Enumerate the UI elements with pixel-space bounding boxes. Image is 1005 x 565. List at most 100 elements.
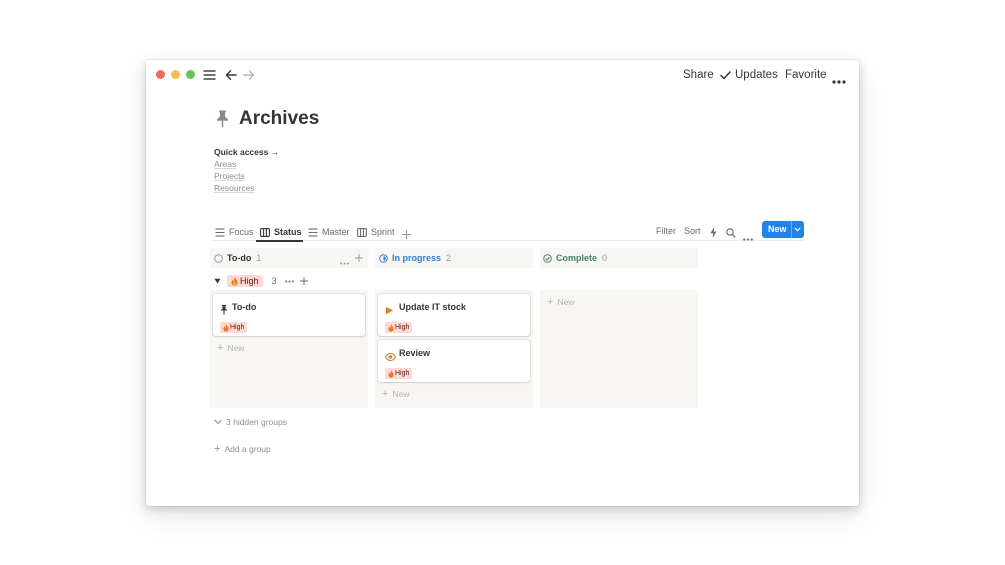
tab-label: Sprint — [371, 227, 395, 237]
tab-sprint[interactable]: Sprint — [357, 223, 395, 241]
plus-icon: + — [547, 296, 554, 308]
column-body-in-progress: Update IT stock High Review High + New — [375, 290, 533, 408]
chevron-down-icon — [214, 419, 222, 425]
column-header-complete: Complete 0 — [540, 248, 698, 268]
in-progress-icon — [379, 253, 388, 263]
card-title: Review — [399, 348, 431, 358]
column-count: 0 — [602, 253, 608, 263]
tag-label: High — [230, 324, 245, 331]
group-add-icon[interactable] — [299, 277, 308, 285]
column-title: In progress — [392, 253, 442, 263]
fire-icon — [388, 369, 394, 378]
quick-access-heading[interactable]: Quick access → — [214, 147, 279, 158]
play-icon — [385, 302, 394, 320]
tab-label: Master — [322, 227, 350, 237]
column-title: To-do — [227, 253, 252, 263]
fire-icon — [231, 276, 238, 286]
plus-icon: + — [217, 342, 224, 354]
group-header-high[interactable]: High 3 — [214, 274, 308, 288]
priority-tag: High — [220, 322, 248, 333]
priority-tag: High — [227, 275, 263, 287]
card-review[interactable]: Review High — [378, 340, 530, 382]
forward-arrow-icon[interactable] — [243, 68, 255, 86]
add-group-label: Add a group — [224, 444, 271, 454]
quick-access-link-areas[interactable]: Areas — [214, 159, 236, 170]
lightning-automation-icon[interactable] — [710, 225, 717, 243]
group-label: High — [240, 276, 259, 286]
sort-button[interactable]: Sort — [684, 225, 701, 237]
pin-icon[interactable] — [216, 110, 229, 133]
new-label: New — [557, 297, 575, 307]
view-more-icon[interactable] — [743, 228, 753, 246]
close-window-button[interactable] — [156, 70, 165, 79]
app-window: Share Updates Favorite Archives Quick ac… — [146, 60, 859, 506]
updates-label: Updates — [735, 69, 778, 81]
eye-icon — [384, 348, 397, 366]
card-title: Update IT stock — [399, 302, 467, 312]
hidden-groups-toggle[interactable]: 3 hidden groups — [214, 417, 287, 427]
active-tab-indicator — [256, 240, 303, 242]
hidden-groups-label: 3 hidden groups — [226, 417, 287, 427]
priority-tag: High — [385, 322, 413, 333]
card-title: To-do — [232, 302, 257, 312]
fire-icon — [388, 323, 394, 332]
new-label: New — [392, 389, 410, 399]
group-more-icon[interactable] — [284, 280, 294, 283]
column-title: Complete — [556, 253, 598, 263]
minimize-window-button[interactable] — [171, 70, 180, 79]
updates-button[interactable]: Updates — [720, 68, 778, 82]
quick-access-link-projects[interactable]: Projects — [214, 171, 245, 182]
maximize-window-button[interactable] — [186, 70, 195, 79]
plus-icon: + — [214, 443, 221, 455]
column-body-todo: To-do High + New — [210, 290, 368, 408]
triangle-down-icon[interactable] — [214, 278, 221, 284]
back-arrow-icon[interactable] — [225, 68, 237, 86]
column-more-icon[interactable] — [340, 257, 349, 267]
tab-status[interactable]: Status — [260, 223, 302, 241]
new-button-divider — [791, 221, 792, 238]
circle-empty-icon — [214, 253, 223, 263]
new-label: New — [227, 343, 245, 353]
board-icon — [357, 227, 367, 237]
favorite-button[interactable]: Favorite — [785, 68, 827, 82]
search-icon[interactable] — [726, 225, 736, 243]
add-view-icon[interactable] — [402, 226, 411, 244]
new-button-label: New — [768, 224, 787, 234]
group-count: 3 — [271, 276, 277, 286]
new-button[interactable]: New — [762, 221, 804, 238]
priority-tag: High — [385, 368, 413, 379]
add-group-button[interactable]: + Add a group — [214, 443, 271, 455]
column-body-complete: + New — [540, 290, 698, 408]
page-title: Archives — [239, 108, 320, 129]
column-count: 2 — [446, 253, 452, 263]
tag-label: High — [395, 324, 410, 331]
check-circle-icon — [543, 253, 552, 263]
tab-focus[interactable]: Focus — [215, 223, 254, 241]
tab-label: Status — [274, 227, 302, 237]
column-add-icon[interactable] — [355, 254, 363, 264]
add-card-button[interactable]: + New — [382, 388, 410, 400]
plus-icon: + — [382, 388, 389, 400]
column-header-todo: To-do 1 — [210, 248, 368, 268]
board-icon — [260, 227, 270, 237]
add-card-button[interactable]: + New — [547, 296, 575, 308]
share-button[interactable]: Share — [683, 68, 714, 82]
sidebar-menu-icon[interactable] — [203, 68, 216, 86]
tab-label: Focus — [229, 227, 254, 237]
list-icon — [215, 227, 225, 237]
column-count: 1 — [256, 253, 262, 263]
more-options-icon[interactable] — [832, 71, 846, 89]
quick-access-link-resources[interactable]: Resources — [214, 183, 255, 194]
filter-button[interactable]: Filter — [656, 225, 676, 237]
chevron-down-icon[interactable] — [794, 224, 801, 234]
column-header-in-progress: In progress 2 — [375, 248, 533, 268]
list-icon — [308, 227, 318, 237]
tag-label: High — [395, 370, 410, 377]
fire-icon — [223, 323, 229, 332]
pin-icon — [220, 302, 228, 320]
add-card-button[interactable]: + New — [217, 342, 245, 354]
tab-master[interactable]: Master — [308, 223, 350, 241]
card-todo[interactable]: To-do High — [213, 294, 365, 336]
checkmark-icon — [720, 70, 731, 79]
card-update-it-stock[interactable]: Update IT stock High — [378, 294, 530, 336]
